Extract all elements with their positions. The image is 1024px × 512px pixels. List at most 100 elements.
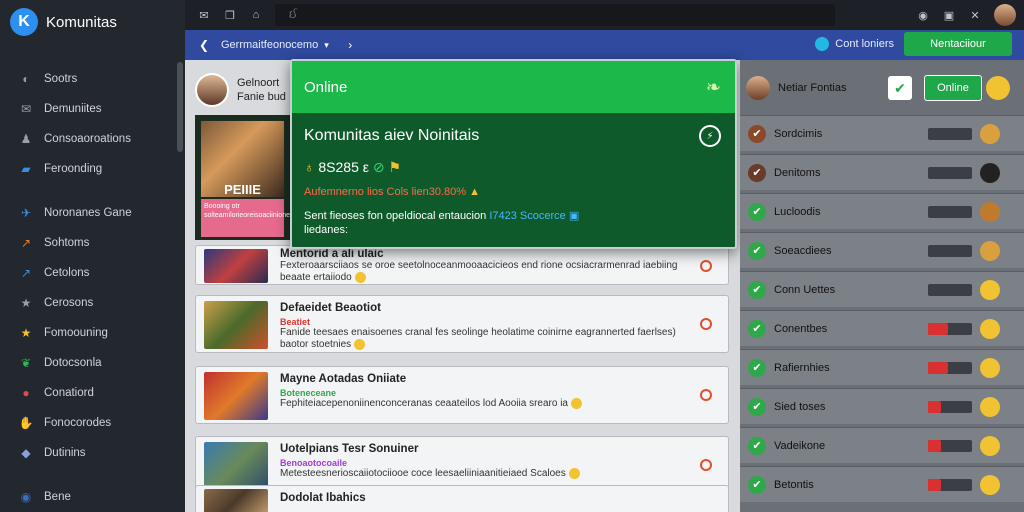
close-icon[interactable]: ✕ (968, 8, 982, 22)
popup-header-label: Online (304, 78, 348, 96)
sidebar-item[interactable]: ★ Cerosons (0, 288, 185, 318)
member-status-icon: ✔ (748, 124, 766, 143)
member-status-icon: ✔ (748, 397, 766, 416)
post-subtitle: Boteneceane (280, 388, 337, 398)
member-row[interactable]: ✔ Conn Uettes (740, 271, 1024, 307)
status-icon[interactable] (700, 260, 712, 272)
trend-icon: ↗ (20, 266, 32, 280)
member-row[interactable]: ✔ Soeacdiees (740, 232, 1024, 268)
sidebar-item[interactable]: ✉ Demuniites (0, 94, 185, 124)
member-row[interactable]: ✔ Denitoms (740, 154, 1024, 190)
post-title[interactable]: Defaeidet Beaotiot (280, 302, 381, 314)
status-icon[interactable] (700, 389, 712, 401)
member-progress-bar (928, 439, 972, 452)
member-status-icon: ✔ (748, 475, 766, 494)
members-panel-header: Netiar Fontias ✔ Online (746, 72, 1018, 104)
sidebar-item[interactable]: ◐ Sootrs (0, 64, 185, 94)
badge-icon: ◆ (21, 446, 31, 460)
member-progress-fill (928, 322, 948, 335)
member-progress-bar (928, 283, 972, 296)
member-name: Rafiernhies (774, 361, 830, 374)
sidebar-item[interactable]: ● Conatiord (0, 378, 185, 408)
popup-close-icon[interactable]: ⚡ (699, 125, 721, 147)
user-avatar[interactable] (994, 4, 1016, 26)
sidebar-item-label: Fomoouning (44, 327, 108, 339)
sidebar-item[interactable]: ✋ Fonocorodes (0, 408, 185, 438)
sidebar-item[interactable]: ◉ Bene (0, 482, 185, 512)
sidebar-item[interactable]: ★ Fomoouning (0, 318, 185, 348)
author-name: Gelnoort (237, 77, 280, 89)
brand[interactable]: K Komunitas (0, 0, 185, 44)
coin-icon: ♁ (304, 159, 315, 175)
window-icon[interactable]: ▣ (942, 8, 956, 22)
member-row[interactable]: ✔ Sied toses (740, 388, 1024, 424)
sidebar-item[interactable]: ♟ Consoaoroations (0, 124, 185, 154)
post-thumbnail (204, 442, 268, 490)
copy-icon[interactable]: ❐ (223, 8, 237, 22)
member-status-icon: ✔ (748, 202, 766, 221)
chat-icon: ✉ (20, 102, 32, 116)
home-icon[interactable]: ⌂ (249, 8, 263, 22)
member-progress-fill (928, 400, 942, 413)
smile-icon (570, 398, 582, 409)
sidebar-scrollbar[interactable] (177, 62, 183, 152)
bell-icon: ⚑ (388, 159, 402, 175)
sidebar-item[interactable]: ↗ Sohtoms (0, 228, 185, 258)
post-card[interactable]: Dodolat Ibahics (195, 485, 729, 512)
member-row[interactable]: ✔ Rafiernhies (740, 349, 1024, 385)
sidebar-item[interactable]: ▰ Feroonding (0, 154, 185, 184)
member-name: Conn Uettes (774, 283, 836, 296)
status-icon[interactable] (700, 318, 712, 330)
member-progress-fill (928, 478, 942, 491)
post-title[interactable]: Mayne Aotadas Oniiate (280, 373, 406, 385)
breadcrumb[interactable]: Gerrmaitfeonocemo (221, 39, 318, 51)
member-emoji-icon (980, 318, 1000, 339)
member-row[interactable]: ✔ Conentbes (740, 310, 1024, 346)
post-card[interactable]: Mentorid a ali ulaic Fexteroaarsciiaos se… (195, 245, 729, 285)
post-title[interactable]: Dodolat Ibahics (280, 492, 366, 504)
members-panel: Netiar Fontias ✔ Online ✔ Sordcimis ✔ Denit… (740, 60, 1024, 512)
thumb-icon: ✋ (18, 416, 34, 430)
search-input[interactable]: ઈ (275, 4, 835, 26)
online-button[interactable]: Online (924, 75, 982, 101)
post-title[interactable]: Mentorid a ali ulaic (280, 248, 384, 260)
member-row[interactable]: ✔ Lucloodis (740, 193, 1024, 229)
check-icon[interactable]: ✔ (888, 76, 912, 100)
smile-icon (353, 339, 365, 350)
member-row[interactable]: ✔ Betontis (740, 466, 1024, 502)
sidebar-item-label: Fonocorodes (44, 417, 112, 429)
member-emoji-icon (980, 357, 1000, 378)
post-card[interactable]: Mayne Aotadas Oniiate Boteneceane Fephitei… (195, 366, 729, 424)
chevron-right-icon[interactable]: › (348, 38, 362, 52)
feed-author[interactable]: Gelnoort Fanie bud (195, 70, 295, 110)
panel-user-icon[interactable] (986, 76, 1010, 100)
back-icon[interactable]: ❮ (199, 38, 213, 52)
featured-game-card[interactable]: PEIIIE Boooing otr solteamilorieoreisoac… (195, 115, 305, 240)
chevron-down-icon[interactable]: ▾ (324, 40, 338, 51)
sidebar-item[interactable]: ◆ Dutinins (0, 438, 185, 468)
sidebar-item-label: Cerosons (44, 297, 94, 309)
star-icon: ★ (20, 296, 32, 310)
post-title[interactable]: Uotelpians Tesr Sonuiner (280, 443, 418, 455)
globe-icon[interactable]: ◉ (916, 8, 930, 22)
popup-stats-value: 8S285 ε (318, 159, 370, 175)
member-row[interactable]: ✔ Sordcimis (740, 115, 1024, 151)
sidebar-item[interactable]: ✈ Noronanes Gane (0, 198, 185, 228)
sidebar-item[interactable]: ↗ Cetolons (0, 258, 185, 288)
avatar-icon: ● (22, 386, 30, 400)
post-card[interactable]: Defaeidet Beaotiot Beatiet Fanide teesaes … (195, 295, 729, 353)
sidebar-item-label: Conatiord (44, 387, 94, 399)
popup-description-highlight[interactable]: I7423 Scocerce (489, 210, 565, 222)
join-button[interactable]: Nentaciiour (904, 32, 1012, 56)
status-icon[interactable] (700, 459, 712, 471)
users-icon: ♟ (20, 132, 32, 146)
mail-icon[interactable]: ✉ (197, 8, 211, 22)
contact-link[interactable]: Cont loniers (815, 37, 894, 51)
nav-gap (0, 468, 185, 482)
member-emoji-icon (980, 240, 1000, 261)
leaf-icon: ❦ (20, 356, 32, 370)
member-row[interactable]: ✔ Vadeikone (740, 427, 1024, 463)
member-name: Conentbes (774, 322, 828, 335)
sidebar-item[interactable]: ❦ Dotocsonla (0, 348, 185, 378)
post-thumbnail (204, 372, 268, 420)
